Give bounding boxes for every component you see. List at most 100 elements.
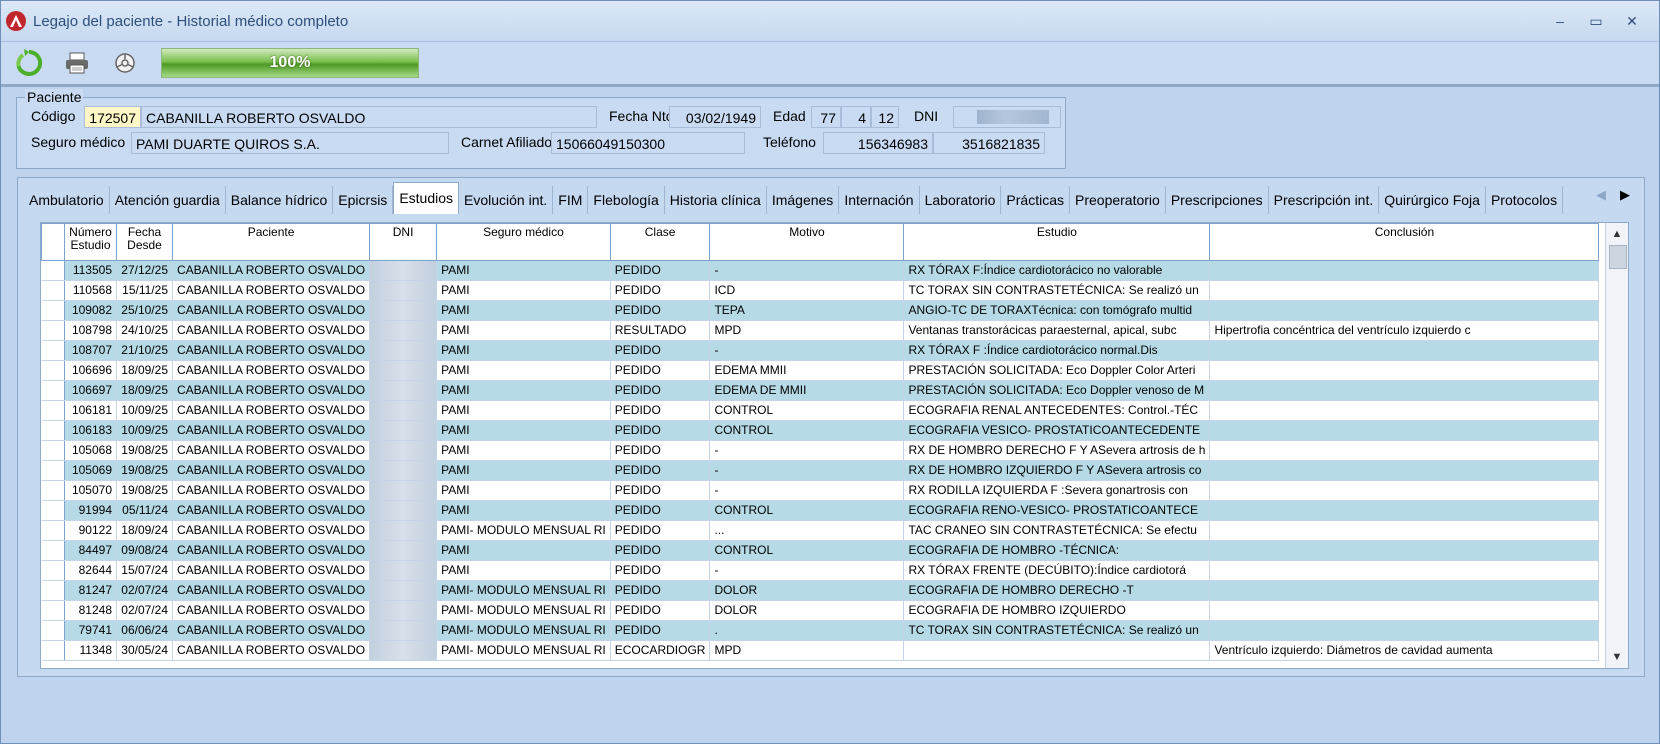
table-row[interactable]: 108707 21/10/25 CABANILLA ROBERTO OSVALDO P…: [41, 340, 1600, 361]
tab-evolución-int-[interactable]: Evolución int.: [459, 186, 554, 214]
table-row[interactable]: 11348 30/05/24 CABANILLA ROBERTO OSVALDO PA…: [41, 640, 1600, 661]
tab-imágenes[interactable]: Imágenes: [767, 186, 840, 214]
row-indicator[interactable]: [41, 320, 65, 341]
column-header[interactable]: Seguro médico: [436, 223, 611, 261]
column-header[interactable]: Estudio: [903, 223, 1211, 261]
column-header[interactable]: DNI: [369, 223, 438, 261]
row-indicator[interactable]: [41, 560, 65, 581]
table-row[interactable]: 90122 18/09/24 CABANILLA ROBERTO OSVALDO PA…: [41, 520, 1600, 541]
table-row[interactable]: 105069 19/08/25 CABANILLA ROBERTO OSVALDO P…: [41, 460, 1600, 481]
table-row[interactable]: 106181 10/09/25 CABANILLA ROBERTO OSVALDO P…: [41, 400, 1600, 421]
table-row[interactable]: 84497 09/08/24 CABANILLA ROBERTO OSVALDO PA…: [41, 540, 1600, 561]
row-indicator[interactable]: [41, 600, 65, 621]
tab-flebología[interactable]: Flebología: [588, 186, 665, 214]
tab-historia-clínica[interactable]: Historia clínica: [665, 186, 767, 214]
table-row[interactable]: 110568 15/11/25 CABANILLA ROBERTO OSVALDO P…: [41, 280, 1600, 301]
column-header[interactable]: Fecha Desde: [116, 223, 173, 261]
scroll-up-icon[interactable]: ▲: [1606, 223, 1628, 245]
column-header[interactable]: Conclusión: [1209, 223, 1600, 261]
table-row[interactable]: 106183 10/09/25 CABANILLA ROBERTO OSVALDO P…: [41, 420, 1600, 441]
column-header[interactable]: Número Estudio: [64, 223, 117, 261]
row-indicator[interactable]: [41, 500, 65, 521]
row-indicator[interactable]: [41, 440, 65, 461]
row-indicator[interactable]: [41, 640, 65, 661]
settings-button[interactable]: [109, 47, 141, 79]
tab-prácticas[interactable]: Prácticas: [1001, 186, 1070, 214]
row-indicator[interactable]: [41, 280, 65, 301]
table-row[interactable]: 79741 06/06/24 CABANILLA ROBERTO OSVALDO PA…: [41, 620, 1600, 641]
tab-internación[interactable]: Internación: [839, 186, 920, 214]
table-row[interactable]: 113505 27/12/25 CABANILLA ROBERTO OSVALDO P…: [41, 260, 1600, 281]
row-indicator[interactable]: [41, 580, 65, 601]
row-indicator[interactable]: [41, 300, 65, 321]
row-indicator-header: [41, 223, 65, 261]
table-row[interactable]: 91994 05/11/24 CABANILLA ROBERTO OSVALDO PA…: [41, 500, 1600, 521]
tab-protocolos[interactable]: Protocolos: [1486, 186, 1564, 214]
table-row[interactable]: 81247 02/07/24 CABANILLA ROBERTO OSVALDO PA…: [41, 580, 1600, 601]
codigo-field[interactable]: 172507: [84, 106, 141, 128]
tab-preoperatorio[interactable]: Preoperatorio: [1070, 186, 1166, 214]
column-header[interactable]: Clase: [609, 223, 711, 261]
row-indicator[interactable]: [41, 480, 65, 501]
tab-estudios[interactable]: Estudios: [393, 182, 460, 214]
row-indicator[interactable]: [41, 420, 65, 441]
row-indicator[interactable]: [41, 620, 65, 641]
tab-ambulatorio[interactable]: Ambulatorio: [24, 186, 110, 214]
patient-name-field[interactable]: CABANILLA ROBERTO OSVALDO: [141, 106, 597, 128]
row-indicator[interactable]: [41, 260, 65, 281]
table-cell: PEDIDO: [610, 260, 711, 281]
fecha-nto-field[interactable]: 03/02/1949: [669, 106, 761, 128]
row-indicator[interactable]: [41, 360, 65, 381]
table-cell: PEDIDO: [610, 600, 711, 621]
minimize-button[interactable]: –: [1551, 13, 1569, 30]
dni-field[interactable]: [953, 106, 1061, 128]
edad-meses-field[interactable]: 4: [841, 106, 871, 128]
scroll-thumb[interactable]: [1609, 245, 1627, 269]
table-cell: 10/09/25: [116, 420, 173, 441]
column-header[interactable]: Paciente: [171, 223, 371, 261]
table-row[interactable]: 105068 19/08/25 CABANILLA ROBERTO OSVALDO P…: [41, 440, 1600, 461]
tab-balance-hídrico[interactable]: Balance hídrico: [226, 186, 334, 214]
table-cell: CONTROL: [709, 500, 905, 521]
column-header[interactable]: Motivo: [709, 223, 905, 261]
tab-scroll-left-icon[interactable]: ◀: [1596, 187, 1606, 203]
gear-icon: [115, 53, 135, 73]
refresh-button[interactable]: [13, 47, 45, 79]
table-row[interactable]: 82644 15/07/24 CABANILLA ROBERTO OSVALDO PA…: [41, 560, 1600, 581]
table-cell: TEPA: [709, 300, 905, 321]
tab-quirúrgico-foja[interactable]: Quirúrgico Foja: [1379, 186, 1486, 214]
table-row[interactable]: 81248 02/07/24 CABANILLA ROBERTO OSVALDO PA…: [41, 600, 1600, 621]
table-row[interactable]: 106697 18/09/25 CABANILLA ROBERTO OSVALDO P…: [41, 380, 1600, 401]
table-cell: 27/12/25: [116, 260, 173, 281]
scroll-down-icon[interactable]: ▼: [1606, 646, 1628, 668]
tab-prescripciones[interactable]: Prescripciones: [1166, 186, 1269, 214]
close-button[interactable]: ✕: [1623, 13, 1641, 30]
tab-scroll-right-icon[interactable]: ▶: [1620, 187, 1630, 203]
edad-dias-field[interactable]: 12: [871, 106, 899, 128]
carnet-field[interactable]: 15066049150300: [551, 132, 745, 154]
row-indicator[interactable]: [41, 340, 65, 361]
maximize-button[interactable]: ▭: [1587, 13, 1605, 30]
tab-epicrsis[interactable]: Epicrsis: [333, 186, 394, 214]
table-row[interactable]: 106696 18/09/25 CABANILLA ROBERTO OSVALDO P…: [41, 360, 1600, 381]
table-row[interactable]: 105070 19/08/25 CABANILLA ROBERTO OSVALDO P…: [41, 480, 1600, 501]
table-row[interactable]: 109082 25/10/25 CABANILLA ROBERTO OSVALDO P…: [41, 300, 1600, 321]
row-indicator[interactable]: [41, 460, 65, 481]
row-indicator[interactable]: [41, 380, 65, 401]
tab-atención-guardia[interactable]: Atención guardia: [110, 186, 226, 214]
tab-prescripción-int-[interactable]: Prescripción int.: [1269, 186, 1380, 214]
edad-anios-field[interactable]: 77: [811, 106, 841, 128]
tab-laboratorio[interactable]: Laboratorio: [920, 186, 1002, 214]
row-indicator[interactable]: [41, 540, 65, 561]
telefono2-field[interactable]: 3516821835: [933, 132, 1045, 154]
tab-fim[interactable]: FIM: [553, 186, 589, 214]
table-cell: [1209, 420, 1600, 441]
grid-vertical-scrollbar[interactable]: ▲ ▼: [1605, 223, 1628, 668]
table-row[interactable]: 108798 24/10/25 CABANILLA ROBERTO OSVALDO P…: [41, 320, 1600, 341]
row-indicator[interactable]: [41, 520, 65, 541]
print-button[interactable]: [61, 47, 93, 79]
title-bar: Legajo del paciente - Historial médico c…: [1, 1, 1659, 42]
telefono1-field[interactable]: 156346983: [823, 132, 933, 154]
row-indicator[interactable]: [41, 400, 65, 421]
seguro-field[interactable]: PAMI DUARTE QUIROS S.A.: [131, 132, 449, 154]
